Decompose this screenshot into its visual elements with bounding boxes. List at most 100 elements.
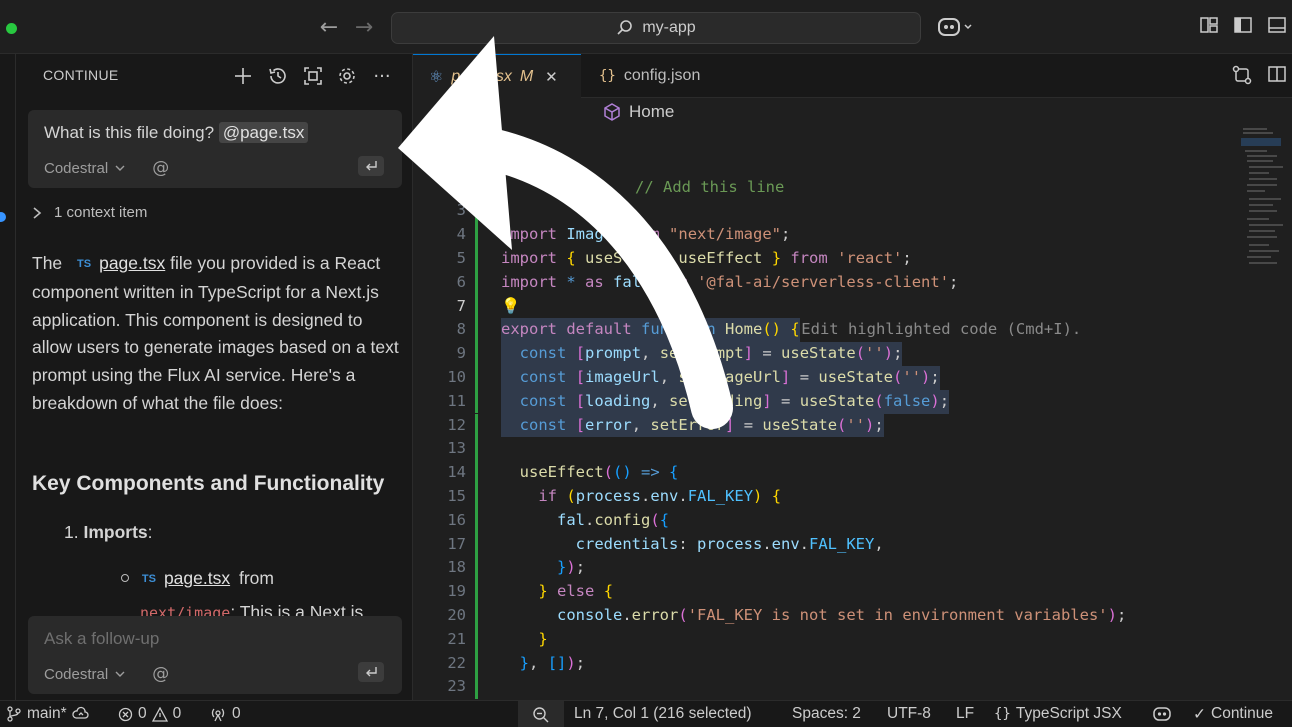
list-item-colon: :	[147, 522, 153, 542]
command-center-search[interactable]: my-app	[391, 12, 921, 44]
symbol-method-icon	[604, 103, 620, 121]
code-line: 14 if (process.env.FAL_KEY) {	[413, 437, 1292, 505]
language-mode[interactable]: {} TypeScript JSX	[994, 705, 1122, 723]
code-line: 6 💡 Add to chat (Cmd+L) | Edit highlight…	[413, 247, 1292, 339]
sub-list-item: TS page.tsx from	[121, 568, 274, 589]
code-line: 11 const [error, setError] = useState(''…	[413, 366, 1292, 438]
git-added-gutter	[475, 199, 478, 414]
tab-page-tsx[interactable]: ⚛ page.tsx M ✕	[413, 54, 581, 98]
submit-button[interactable]	[358, 156, 384, 176]
breadcrumb[interactable]: Home	[603, 102, 674, 122]
code-line: 24 e.preventDefault();	[413, 675, 1292, 699]
typescript-file-icon: TS	[141, 573, 156, 585]
code-line: 8 const [prompt, setPrompt] = useState('…	[413, 295, 1292, 366]
command-center-label: my-app	[642, 19, 696, 36]
arrow-left-icon[interactable]: ←	[315, 14, 343, 42]
arrow-right-icon[interactable]: →	[350, 14, 378, 42]
code-line: 15 fal.config({	[413, 461, 1292, 529]
activity-bar	[0, 54, 16, 700]
code-line: 10 const [loading, setLoading] = useStat…	[413, 342, 1292, 414]
code-line: 19 console.error('FAL_KEY is not set in …	[413, 556, 1292, 624]
code-line: 3 import Image from "next/image";	[413, 176, 1292, 243]
warning-count: 0	[172, 705, 182, 722]
branch-status[interactable]: main*	[6, 705, 90, 723]
git-branch-icon	[7, 706, 21, 722]
line-ending[interactable]: LF	[956, 705, 974, 723]
at-mention-icon[interactable]: @	[152, 664, 169, 684]
sync-cloud-icon[interactable]	[71, 706, 90, 722]
model-name: Codestral	[44, 159, 109, 177]
zoom-icon[interactable]	[518, 701, 564, 727]
editor-area: ⚛ page.tsx M ✕ {} config.json Home // Ad…	[413, 54, 1292, 700]
split-editor-icon[interactable]	[1267, 64, 1287, 89]
followup-model-selector[interactable]: Codestral @	[44, 664, 169, 684]
sidebar-title: CONTINUE	[43, 67, 119, 83]
search-icon	[617, 20, 633, 35]
plus-icon[interactable]	[230, 63, 256, 89]
activity-indicator	[0, 212, 6, 222]
enter-icon	[366, 161, 377, 171]
git-added-gutter	[475, 413, 478, 699]
followup-submit-button[interactable]	[358, 662, 384, 682]
more-actions-icon[interactable]: ···	[369, 63, 395, 89]
check-icon: ✓	[1193, 705, 1206, 723]
code-line: 23 const handleSubmit = async (e: React.…	[413, 652, 1292, 695]
cursor-position[interactable]: Ln 7, Col 1 (216 selected)	[574, 705, 752, 723]
sub-list-text: from	[238, 568, 274, 588]
toggle-sidebar-icon[interactable]	[1233, 15, 1253, 40]
copilot-icon[interactable]	[937, 15, 975, 44]
indentation[interactable]: Spaces: 2	[792, 705, 861, 723]
followup-input[interactable]: Ask a follow-up	[44, 629, 159, 649]
enter-icon	[366, 667, 377, 677]
model-name: Codestral	[44, 665, 109, 683]
code-line: 5 import * as fal from '@fal-ai/serverle…	[413, 223, 1292, 291]
customize-layout-icon[interactable]	[1199, 15, 1219, 40]
minimap[interactable]	[1241, 128, 1283, 278]
sidebar-header: CONTINUE ···	[16, 54, 412, 98]
continue-status[interactable]: ✓ Continue	[1193, 705, 1273, 723]
source-control-compare-icon[interactable]	[1231, 64, 1253, 91]
chat-query-box[interactable]: What is this file doing? @page.tsx Codes…	[28, 110, 402, 188]
error-icon	[118, 707, 133, 721]
encoding[interactable]: UTF-8	[887, 705, 931, 723]
history-icon[interactable]	[265, 63, 291, 89]
context-items-toggle[interactable]: 1 context item	[32, 204, 147, 221]
copilot-status-icon[interactable]	[1152, 705, 1172, 723]
warning-icon	[151, 706, 168, 722]
code-line: 21 }, []);	[413, 604, 1292, 672]
list-item-title: Imports	[83, 522, 148, 542]
language-label: TypeScript JSX	[1015, 705, 1122, 722]
chevron-right-icon	[33, 206, 42, 219]
code-line: 16 credentials: process.env.FAL_KEY,	[413, 485, 1292, 553]
file-link[interactable]: page.tsx	[99, 253, 165, 273]
chevron-down-icon	[115, 671, 125, 677]
window-close-dot[interactable]	[6, 23, 17, 34]
close-icon[interactable]: ✕	[545, 68, 558, 86]
gear-icon[interactable]	[334, 63, 360, 89]
model-selector[interactable]: Codestral @	[44, 158, 169, 178]
ports-status[interactable]: 0	[209, 705, 241, 723]
problems-status[interactable]: 0 0	[118, 705, 181, 723]
file-link[interactable]: page.tsx	[164, 568, 230, 588]
json-file-icon: {}	[599, 68, 616, 84]
ports-count: 0	[232, 705, 241, 722]
fullscreen-icon[interactable]	[300, 63, 326, 89]
broadcast-icon	[211, 708, 225, 722]
at-mention-icon[interactable]: @	[152, 158, 169, 178]
code-line: 13 useEffect(() => {	[413, 414, 1292, 481]
breadcrumb-item[interactable]: Home	[629, 102, 674, 122]
query-question: What is this file doing?	[44, 123, 215, 142]
branch-name: main*	[27, 705, 67, 722]
typescript-file-icon: TS	[77, 258, 92, 270]
status-bar: main* 0 0 0 Ln 7, Col 1 (216 selected) S…	[0, 700, 1292, 727]
answer-text-start: The	[32, 253, 63, 273]
code-line: 4 import { useState, useEffect } from 'r…	[413, 199, 1292, 267]
followup-input-box[interactable]: Ask a follow-up Codestral @	[28, 616, 402, 694]
tab-config-json[interactable]: {} config.json	[583, 54, 716, 98]
continue-label: Continue	[1211, 705, 1274, 722]
toggle-panel-icon[interactable]	[1267, 15, 1287, 40]
react-file-icon: ⚛	[429, 68, 444, 86]
file-mention-chip[interactable]: @page.tsx	[218, 122, 309, 143]
code-line: 20 }	[413, 580, 1292, 648]
